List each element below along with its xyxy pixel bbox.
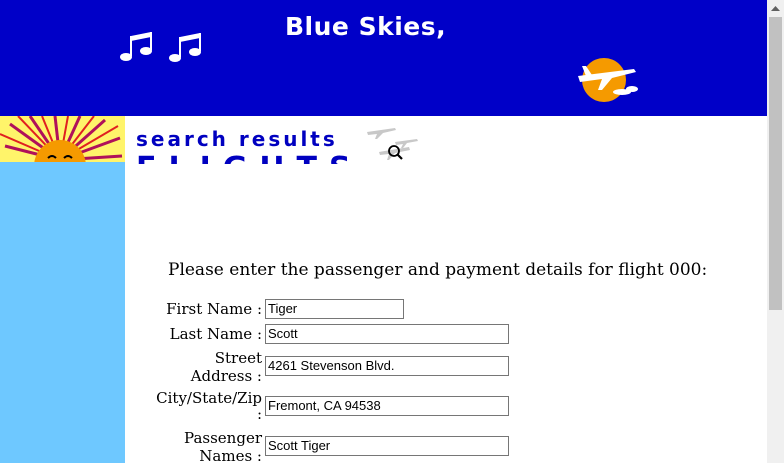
city-label-line2: : xyxy=(256,405,262,423)
site-title: Blue Skies, xyxy=(285,12,447,41)
scroll-up-arrow-icon[interactable] xyxy=(767,0,784,17)
city-state-zip-field[interactable]: Fremont, CA 94538 xyxy=(265,396,509,416)
street-label-line2: Address : xyxy=(190,367,262,385)
search-results-heading: search results xyxy=(136,127,338,151)
sun-banner xyxy=(0,116,125,164)
street-address-field[interactable]: 4261 Stevenson Blvd. xyxy=(265,356,509,376)
street-label-line1: Street xyxy=(214,349,262,367)
flights-heading: FLIGHTS xyxy=(136,154,363,165)
form-intro: Please enter the passenger and payment d… xyxy=(168,260,708,280)
passenger-label-line2: Names : xyxy=(199,447,262,465)
magnifier-icon xyxy=(367,128,418,160)
search-results-header: search results FLIGHTS xyxy=(125,116,425,164)
header-banner: Blue Skies, xyxy=(0,0,767,116)
vertical-scrollbar[interactable] xyxy=(767,0,784,463)
airplane-sun-logo-icon xyxy=(578,58,638,102)
first-name-label: First Name : xyxy=(166,300,262,318)
last-name-label: Last Name : xyxy=(169,325,262,343)
sun-icon xyxy=(0,116,125,164)
music-notes-icon xyxy=(120,32,201,62)
passenger-names-field[interactable]: Scott Tiger xyxy=(265,436,509,456)
scrollbar-thumb[interactable] xyxy=(769,17,782,310)
last-name-field[interactable]: Scott xyxy=(265,324,509,344)
passenger-label-line1: Passenger xyxy=(184,429,262,447)
first-name-field[interactable]: Tiger xyxy=(265,299,404,319)
